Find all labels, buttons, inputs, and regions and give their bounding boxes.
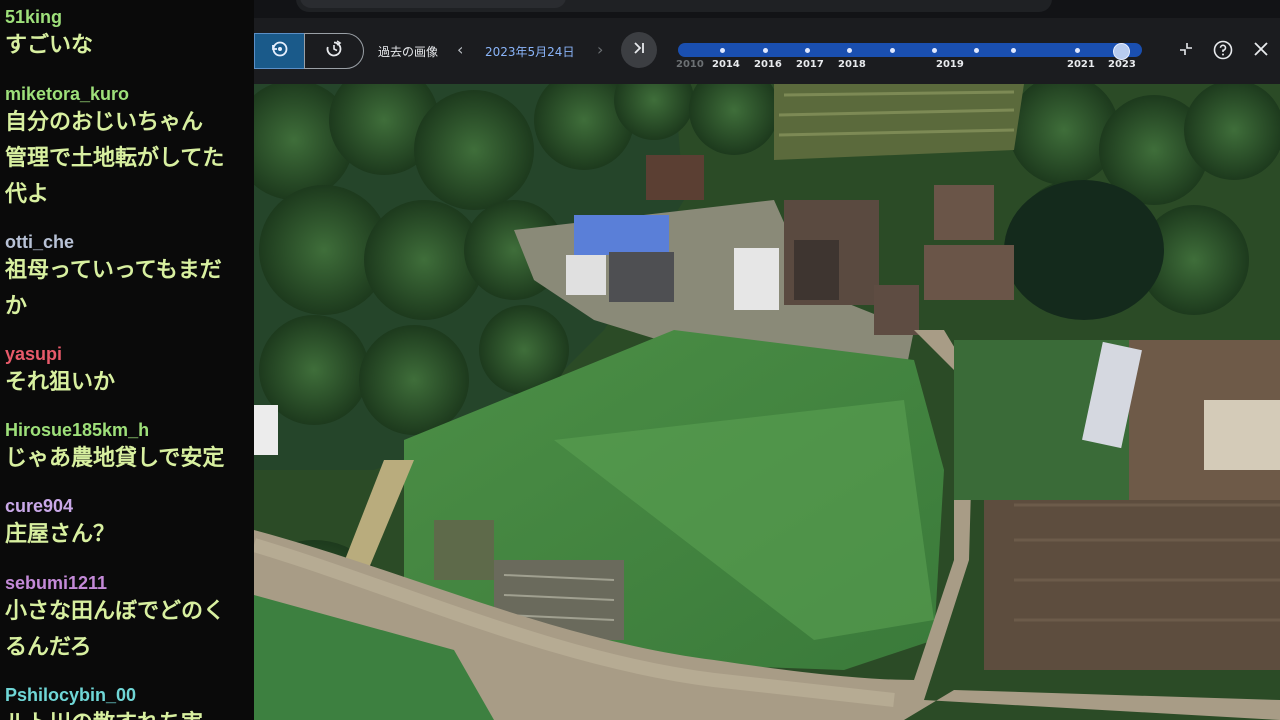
year-label: 2021 <box>1067 59 1095 70</box>
chat-text: すごいな <box>5 33 94 58</box>
chat-panel: 51king すごいな miketora_kuro 自分のおじいちゃん 管理で土… <box>0 0 254 720</box>
timeline-dot[interactable] <box>1075 48 1080 53</box>
chat-text: 自分のおじいちゃん <box>5 110 204 135</box>
chat-text: か <box>5 294 28 319</box>
timeline-dot[interactable] <box>847 48 852 53</box>
timelapse-mode-button[interactable] <box>304 33 364 69</box>
timeline-dot[interactable] <box>974 48 979 53</box>
chevron-right-icon[interactable]: › <box>597 40 603 59</box>
chat-username[interactable]: miketora_kuro <box>5 83 254 105</box>
search-input[interactable] <box>300 0 566 8</box>
year-label: 2017 <box>796 59 824 70</box>
imagery-date: 2023年5月24日 <box>485 45 575 59</box>
year-label: 2014 <box>712 59 740 70</box>
chat-text: 小さな田んぼでどのく <box>5 599 226 624</box>
timeline-dot[interactable] <box>890 48 895 53</box>
chat-username[interactable]: sebumi1211 <box>5 572 254 594</box>
chat-text: 代よ <box>5 182 50 207</box>
chat-message: Hirosue185km_h じゃあ農地貸しで安定 <box>5 419 254 477</box>
history-mode-button[interactable] <box>254 33 305 69</box>
year-label: 2023 <box>1108 59 1136 70</box>
timeline-thumb[interactable] <box>1113 43 1130 60</box>
chat-message: 51king すごいな <box>5 6 254 64</box>
chat-text: 庄屋さん？ <box>5 522 116 547</box>
close-icon[interactable] <box>1252 40 1270 58</box>
chat-username[interactable]: yasupi <box>5 343 254 365</box>
chat-text: じゃあ農地貸しで安定 <box>5 446 225 471</box>
timeline-dot[interactable] <box>763 48 768 53</box>
help-icon[interactable] <box>1213 40 1233 60</box>
year-label: 2018 <box>838 59 866 70</box>
chat-message: sebumi1211 小さな田んぼでどのく るんだろ <box>5 572 254 666</box>
collapse-icon[interactable] <box>1177 40 1195 58</box>
chat-text: それ狙いか <box>5 370 116 395</box>
timeline-dot[interactable] <box>1011 48 1016 53</box>
timeline-dot[interactable] <box>805 48 810 53</box>
history-icon <box>271 40 289 62</box>
chat-text: 祖母っていってもまだ <box>5 258 222 283</box>
chat-username[interactable]: Pshilocybin_00 <box>5 684 254 706</box>
skip-to-latest-icon <box>631 40 647 60</box>
satellite-map[interactable] <box>254 0 1280 720</box>
chat-text: ルト川の散すれち実 <box>5 706 254 720</box>
chat-text: るんだろ <box>5 635 92 660</box>
timelapse-icon <box>325 40 343 62</box>
chat-username[interactable]: Hirosue185km_h <box>5 419 254 441</box>
chat-message: miketora_kuro 自分のおじいちゃん 管理で土地転がしてた 代よ <box>5 83 254 213</box>
chat-message: yasupi それ狙いか <box>5 343 254 401</box>
chat-username[interactable]: otti_che <box>5 231 254 253</box>
chat-message: otti_che 祖母っていってもまだ か <box>5 231 254 325</box>
chat-username[interactable]: 51king <box>5 6 254 28</box>
timeline-dot[interactable] <box>932 48 937 53</box>
year-label: 2010 <box>676 59 704 70</box>
imagery-timeline-slider[interactable] <box>678 43 1142 57</box>
chat-message: Pshilocybin_00 ルト川の散すれち実 <box>5 684 254 720</box>
chat-username[interactable]: cure904 <box>5 495 254 517</box>
chat-text: 管理で土地転がしてた <box>5 146 225 171</box>
satellite-imagery <box>254 0 1280 720</box>
chevron-left-icon[interactable]: ‹ <box>457 40 463 59</box>
past-images-label: 過去の画像 <box>378 45 439 59</box>
timeline-dot[interactable] <box>720 48 725 53</box>
year-label: 2019 <box>936 59 964 70</box>
skip-to-latest-button[interactable] <box>621 32 657 68</box>
chat-message: cure904 庄屋さん？ <box>5 495 254 553</box>
year-label: 2016 <box>754 59 782 70</box>
